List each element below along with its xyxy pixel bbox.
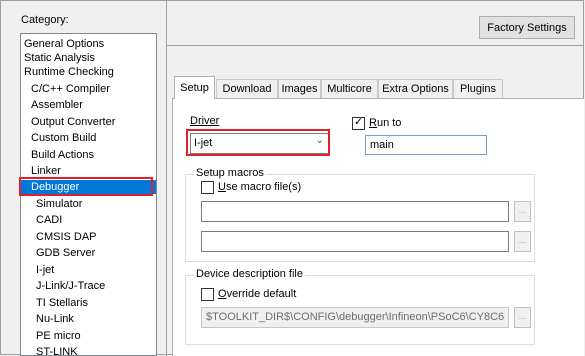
tab-plugins[interactable]: Plugins xyxy=(453,79,503,98)
category-item-simulator[interactable]: Simulator xyxy=(21,197,156,211)
category-item-cmsis-dap[interactable]: CMSIS DAP xyxy=(21,230,156,244)
run-to-checkbox[interactable]: ✓ xyxy=(352,116,365,130)
category-item-assembler[interactable]: Assembler xyxy=(21,98,156,112)
use-macro-files-checkbox[interactable] xyxy=(201,181,214,194)
category-item-general-options[interactable]: General Options xyxy=(21,37,156,51)
use-macro-files-label: Use macro file(s) xyxy=(218,181,302,193)
device-description-path-input[interactable]: $TOOLKIT_DIR$\CONFIG\debugger\Infineon\P… xyxy=(201,307,509,328)
run-to-value: main xyxy=(370,139,394,151)
category-item-j-link[interactable]: J-Link/J-Trace xyxy=(21,279,156,293)
category-item-ti-stellaris[interactable]: TI Stellaris xyxy=(21,296,156,310)
category-label: Category: xyxy=(21,14,69,26)
run-to-input[interactable]: main xyxy=(365,135,487,155)
setup-macros-title: Setup macros xyxy=(194,167,266,179)
tab-extra-options[interactable]: Extra Options xyxy=(378,79,453,98)
browse-macro-2-button[interactable]: ... xyxy=(514,231,531,252)
header-separator xyxy=(167,45,584,46)
category-item-runtime-checking[interactable]: Runtime Checking xyxy=(21,65,156,79)
category-item-build-actions[interactable]: Build Actions xyxy=(21,148,156,162)
category-item-c-cpp-compiler[interactable]: C/C++ Compiler xyxy=(21,82,156,96)
category-item-gdb-server[interactable]: GDB Server xyxy=(21,246,156,260)
tab-download[interactable]: Download xyxy=(216,79,278,98)
category-item-i-jet[interactable]: I-jet xyxy=(21,263,156,277)
driver-label: Driver xyxy=(190,115,220,127)
category-item-static-analysis[interactable]: Static Analysis xyxy=(21,51,156,65)
tab-multicore[interactable]: Multicore xyxy=(321,79,378,98)
checkmark-icon: ✓ xyxy=(354,116,364,128)
category-item-pe-micro[interactable]: PE micro xyxy=(21,329,156,343)
run-to-label: Run to xyxy=(369,117,402,129)
override-default-label: Override default xyxy=(218,288,297,300)
category-item-custom-build[interactable]: Custom Build xyxy=(21,131,156,145)
override-default-checkbox[interactable] xyxy=(201,288,214,301)
category-item-cadi[interactable]: CADI xyxy=(21,213,156,227)
macro-file-input-2[interactable] xyxy=(201,231,509,252)
category-item-nu-link[interactable]: Nu-Link xyxy=(21,312,156,326)
macro-file-input-1[interactable] xyxy=(201,201,509,222)
device-description-path: $TOOLKIT_DIR$\CONFIG\debugger\Infineon\P… xyxy=(206,311,505,323)
driver-highlight-box xyxy=(186,129,330,156)
tab-images[interactable]: Images xyxy=(278,79,321,98)
category-item-output-converter[interactable]: Output Converter xyxy=(21,115,156,129)
factory-settings-button[interactable]: Factory Settings xyxy=(479,16,575,39)
browse-device-file-button[interactable]: ... xyxy=(514,307,531,328)
debugger-highlight-box xyxy=(19,177,153,196)
panel-divider xyxy=(166,0,167,356)
browse-macro-1-button[interactable]: ... xyxy=(514,201,531,222)
device-description-title: Device description file xyxy=(194,268,305,280)
category-item-linker[interactable]: Linker xyxy=(21,164,156,178)
tab-setup[interactable]: Setup xyxy=(174,76,215,99)
category-item-st-link[interactable]: ST-LINK xyxy=(21,345,156,355)
